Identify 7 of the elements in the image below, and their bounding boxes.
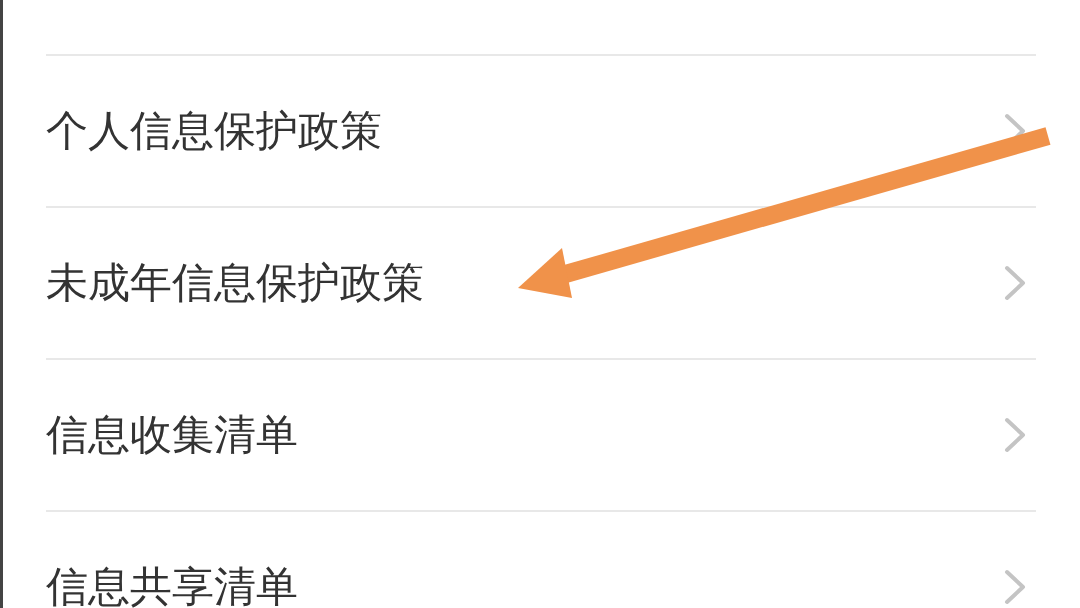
menu-item-label[interactable]: 信息共享清单 — [46, 561, 298, 608]
menu-item-label[interactable]: 信息收集清单 — [46, 409, 298, 461]
menu-item-label[interactable]: 未成年信息保护政策 — [46, 257, 424, 309]
chevron-right-icon — [1004, 417, 1026, 453]
chevron-right-icon — [1004, 265, 1026, 301]
menu-item-label[interactable]: 个人信息保护政策 — [46, 105, 382, 157]
chevron-right-icon — [1004, 569, 1026, 605]
